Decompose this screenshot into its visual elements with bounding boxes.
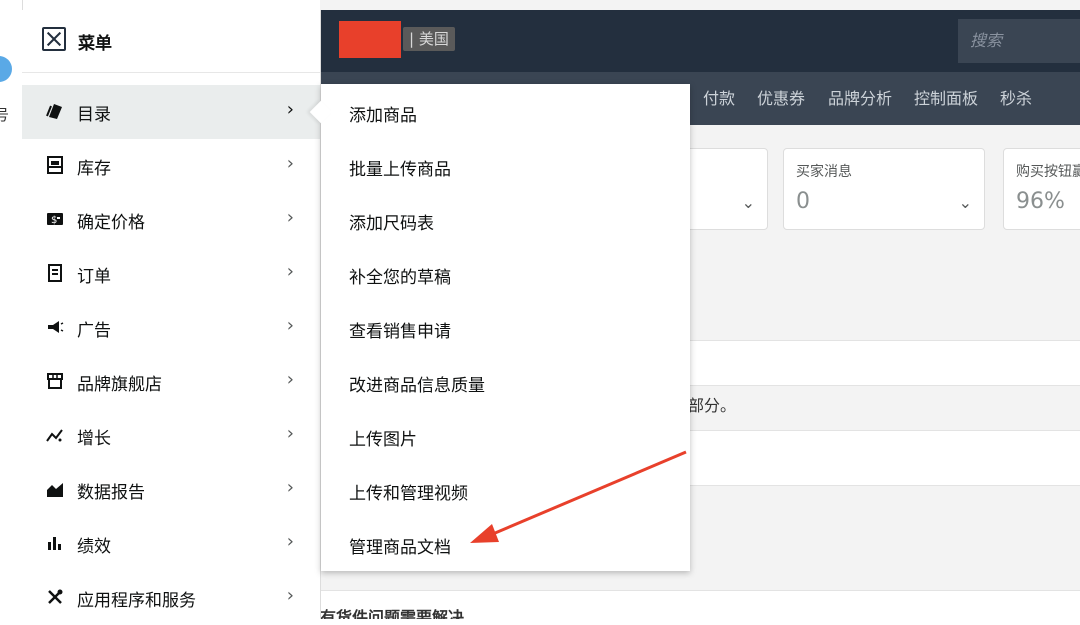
- megaphone-icon: [46, 318, 64, 336]
- nav-item-deals[interactable]: 秒杀: [1000, 72, 1032, 125]
- menu-item-apps-services[interactable]: 应用程序和服务 ›: [22, 571, 320, 625]
- catalog-submenu: 添加商品 批量上传商品 添加尺码表 补全您的草稿 查看销售申请 改进商品信息质量…: [321, 84, 690, 571]
- metric-card-buy-box[interactable]: 购买按钮赢 96%: [1003, 148, 1080, 230]
- menu-item-label: 广告: [77, 316, 111, 341]
- menu-item-brand-store[interactable]: 品牌旗舰店 ›: [22, 355, 320, 409]
- chevron-right-icon: ›: [287, 585, 294, 606]
- region-label[interactable]: | 美国: [403, 27, 455, 51]
- metric-card-buyer-messages[interactable]: 买家消息 0 ⌄: [783, 148, 985, 230]
- content-heading: 有货件问题需要解决: [320, 604, 464, 619]
- menu-item-pricing[interactable]: $ 确定价格 ›: [22, 193, 320, 247]
- top-bar: | 美国 搜索: [320, 10, 1080, 72]
- chevron-right-icon: ›: [287, 531, 294, 552]
- menu-item-label: 库存: [77, 154, 111, 179]
- redacted-logo: [339, 21, 401, 58]
- submenu-item-upload-videos[interactable]: 上传和管理视频: [349, 479, 468, 504]
- submenu-item-sales-applications[interactable]: 查看销售申请: [349, 317, 451, 342]
- search-input[interactable]: 搜索: [958, 19, 1080, 63]
- submenu-item-upload-images[interactable]: 上传图片: [349, 425, 417, 450]
- menu-item-label: 增长: [77, 424, 111, 449]
- menu-item-label: 目录: [77, 100, 111, 125]
- menu-item-catalog[interactable]: 目录 ›: [22, 85, 320, 139]
- submenu-item-add-product[interactable]: 添加商品: [349, 101, 417, 126]
- chevron-down-icon: ⌄: [742, 193, 755, 212]
- store-icon: [46, 372, 64, 390]
- svg-text:$: $: [51, 215, 57, 226]
- reports-icon: [46, 480, 64, 498]
- menu-item-label: 确定价格: [77, 208, 145, 233]
- submenu-item-bulk-upload[interactable]: 批量上传商品: [349, 155, 451, 180]
- menu-title: 菜单: [78, 29, 112, 54]
- menu-item-label: 绩效: [77, 532, 111, 557]
- menu-item-label: 品牌旗舰店: [77, 370, 162, 395]
- content-text: 部分。: [688, 392, 736, 416]
- card-value: 96%: [1016, 189, 1065, 214]
- menu-item-orders[interactable]: 订单 ›: [22, 247, 320, 301]
- chevron-right-icon: ›: [287, 261, 294, 282]
- nav-item-dashboard[interactable]: 控制面板: [914, 72, 978, 125]
- chevron-right-icon: ›: [287, 99, 294, 120]
- inventory-icon: [46, 156, 64, 174]
- card-title: 买家消息: [796, 161, 852, 181]
- left-edge-strip: 号: [0, 0, 23, 619]
- submenu-item-size-chart[interactable]: 添加尺码表: [349, 209, 434, 234]
- catalog-icon: [46, 102, 64, 120]
- pricing-icon: $: [46, 210, 64, 228]
- chevron-right-icon: ›: [287, 477, 294, 498]
- chevron-right-icon: ›: [287, 423, 294, 444]
- submenu-item-manage-documents[interactable]: 管理商品文档: [349, 533, 451, 558]
- avatar: [0, 56, 12, 82]
- left-edge-text: 号: [0, 104, 9, 125]
- menu-item-performance[interactable]: 绩效 ›: [22, 517, 320, 571]
- growth-icon: [46, 426, 64, 444]
- performance-icon: [46, 534, 64, 552]
- nav-item-coupons[interactable]: 优惠券: [757, 72, 805, 125]
- chevron-down-icon: ⌄: [959, 193, 972, 212]
- menu-item-label: 数据报告: [77, 478, 145, 503]
- menu-header: 菜单: [22, 10, 320, 73]
- main-menu: 菜单 目录 › 库存 › $ 确定价格 › 订单 › 广告 ›: [22, 10, 321, 619]
- menu-item-inventory[interactable]: 库存 ›: [22, 139, 320, 193]
- close-icon[interactable]: [42, 27, 66, 51]
- card-title: 购买按钮赢: [1016, 161, 1080, 181]
- submenu-item-complete-drafts[interactable]: 补全您的草稿: [349, 263, 451, 288]
- orders-icon: [46, 264, 64, 282]
- chevron-right-icon: ›: [287, 207, 294, 228]
- nav-item-brand-analytics[interactable]: 品牌分析: [828, 72, 892, 125]
- nav-item-payments[interactable]: 付款: [703, 72, 735, 125]
- menu-item-data-reports[interactable]: 数据报告 ›: [22, 463, 320, 517]
- menu-item-label: 应用程序和服务: [77, 586, 196, 611]
- chevron-right-icon: ›: [287, 369, 294, 390]
- submenu-item-listing-quality[interactable]: 改进商品信息质量: [349, 371, 485, 396]
- chevron-right-icon: ›: [287, 153, 294, 174]
- menu-item-ads[interactable]: 广告 ›: [22, 301, 320, 355]
- menu-item-growth[interactable]: 增长 ›: [22, 409, 320, 463]
- tools-icon: [46, 588, 64, 606]
- chevron-right-icon: ›: [287, 315, 294, 336]
- card-value: 0: [796, 189, 810, 214]
- menu-item-label: 订单: [77, 262, 111, 287]
